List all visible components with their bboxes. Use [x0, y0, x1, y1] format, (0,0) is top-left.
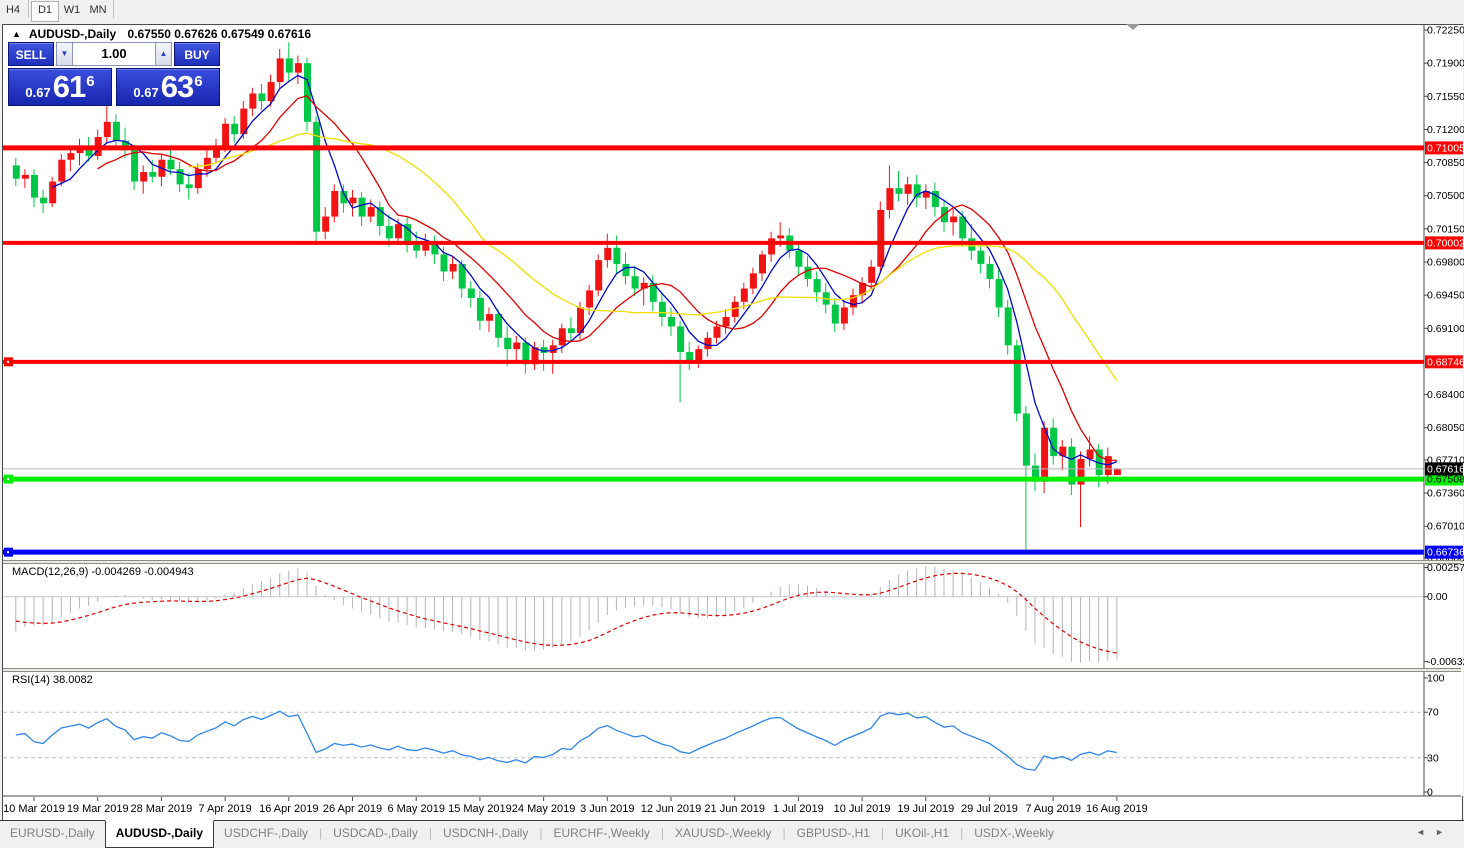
chart-tab-usdx[interactable]: USDX-,Weekly	[964, 822, 1064, 847]
timeframe-button-d1[interactable]: D1	[31, 1, 59, 22]
chart-tab-usdchf[interactable]: USDCHF-,Daily	[214, 822, 318, 847]
panel-splitter[interactable]	[3, 560, 1461, 564]
buy-price-pip: 6	[194, 73, 202, 90]
timeframe-button-h4[interactable]: H4	[0, 1, 26, 20]
chart-tab-eurchf[interactable]: EURCHF-,Weekly	[543, 822, 659, 847]
chart-tab-xauusd[interactable]: XAUUSD-,Weekly	[665, 822, 781, 847]
symbol-tabbar: EURUSD-,DailyAUDUSD-,DailyUSDCHF-,Daily|…	[0, 820, 1464, 846]
volume-increase-button[interactable]: ▲	[155, 42, 172, 66]
rsi-label: RSI(14) 38.0082	[12, 674, 93, 686]
volume-decrease-button[interactable]: ▼	[56, 42, 73, 66]
chart-tab-audusd[interactable]: AUDUSD-,Daily	[105, 820, 214, 848]
panel-splitter[interactable]	[3, 668, 1461, 672]
chart-tab-usdcnh[interactable]: USDCNH-,Daily	[433, 822, 538, 847]
trading-terminal: { "toolbar": { "timeframes": [ {"label":…	[0, 0, 1464, 845]
one-click-trade-panel: SELL ▼ 1.00 ▲ BUY 0.67 61 6 0.67 63 6	[8, 42, 222, 106]
buy-button[interactable]: BUY	[174, 42, 220, 66]
timeframe-toolbar: H4 D1W1MN	[0, 0, 1464, 23]
timeframe-button-w1[interactable]: W1	[59, 1, 85, 20]
tabs-scroll-left-icon[interactable]: ◄	[1416, 827, 1435, 837]
chart-tab-ukoil[interactable]: UKOil-,H1	[885, 822, 959, 847]
sell-price-big: 61	[53, 70, 85, 104]
symbol-name: AUDUSD-,Daily	[29, 27, 116, 41]
volume-input[interactable]: 1.00	[73, 42, 155, 66]
buy-price-box[interactable]: 0.67 63 6	[116, 68, 220, 106]
sell-price-pip: 6	[86, 73, 94, 90]
chart-title: ▲ AUDUSD-,Daily 0.67550 0.67626 0.67549 …	[12, 27, 311, 41]
macd-label: MACD(12,26,9) -0.004269 -0.004943	[12, 566, 194, 578]
chart-window[interactable]	[2, 24, 1463, 821]
buy-price-big: 63	[161, 70, 193, 104]
timeframe-button-mn[interactable]: MN	[85, 1, 111, 20]
chart-tab-gbpusd[interactable]: GBPUSD-,H1	[787, 822, 880, 847]
collapse-panel-icon[interactable]: ▲	[12, 29, 21, 39]
chart-tab-eurusd[interactable]: EURUSD-,Daily	[0, 822, 105, 847]
sell-price-prefix: 0.67	[25, 85, 50, 100]
toolbar-separator	[113, 0, 114, 18]
chart-tab-usdcad[interactable]: USDCAD-,Daily	[323, 822, 428, 847]
tabs-scroll-right-icon[interactable]: ►	[1435, 827, 1454, 837]
buy-price-prefix: 0.67	[133, 85, 158, 100]
sell-button[interactable]: SELL	[8, 42, 54, 66]
toolbar-separator	[28, 0, 29, 18]
sell-price-box[interactable]: 0.67 61 6	[8, 68, 112, 106]
ohlc-values: 0.67550 0.67626 0.67549 0.67616	[128, 27, 312, 41]
